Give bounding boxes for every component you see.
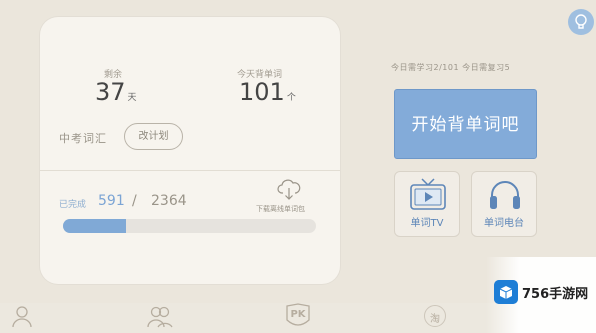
- completed-count: 591: [98, 193, 125, 209]
- friends-icon[interactable]: [145, 303, 175, 329]
- remaining-days-value: 37 天: [95, 78, 137, 106]
- progress-fill: [63, 219, 127, 233]
- change-plan-button[interactable]: 改计划: [124, 123, 183, 150]
- vocab-book-title: 中考词汇: [59, 132, 107, 145]
- start-learning-button[interactable]: 开始背单词吧: [394, 89, 537, 159]
- count-separator: /: [132, 193, 137, 209]
- card-divider: [40, 170, 340, 171]
- today-words-number: 101: [239, 78, 285, 106]
- today-words-value: 101 个: [239, 78, 296, 106]
- total-count: 2364: [151, 193, 187, 209]
- cloud-download-icon[interactable]: [277, 179, 301, 201]
- download-offline-label[interactable]: 下载离线单词包: [256, 204, 305, 214]
- user-icon[interactable]: [10, 303, 34, 329]
- today-words-unit: 个: [286, 93, 296, 103]
- tv-icon: [410, 178, 446, 210]
- word-radio-button[interactable]: 单词电台: [471, 171, 537, 237]
- watermark-text: 756手游网: [522, 287, 589, 302]
- headphones-icon: [490, 181, 520, 209]
- lightbulb-icon: [575, 14, 587, 29]
- remaining-days-number: 37: [95, 78, 126, 106]
- word-tv-label: 单词TV: [410, 218, 444, 229]
- shop-icon: 淘: [430, 314, 440, 325]
- tips-button[interactable]: [568, 9, 594, 35]
- completed-label: 已完成: [59, 200, 87, 210]
- today-summary: 今日需学习2/101 今日需复习5: [391, 63, 511, 72]
- progress-bar: [63, 219, 316, 233]
- watermark-logo: [494, 280, 518, 304]
- word-radio-label: 单词电台: [484, 218, 524, 229]
- pk-button[interactable]: PK: [285, 303, 311, 331]
- word-tv-button[interactable]: 单词TV: [394, 171, 460, 237]
- shop-button[interactable]: 淘: [424, 305, 446, 327]
- remaining-days-unit: 天: [127, 93, 137, 103]
- study-progress-card: 剩余 37 天 今天背单词 101 个 中考词汇 改计划 已完成 591 / 236…: [40, 17, 340, 284]
- pk-label: PK: [290, 309, 306, 320]
